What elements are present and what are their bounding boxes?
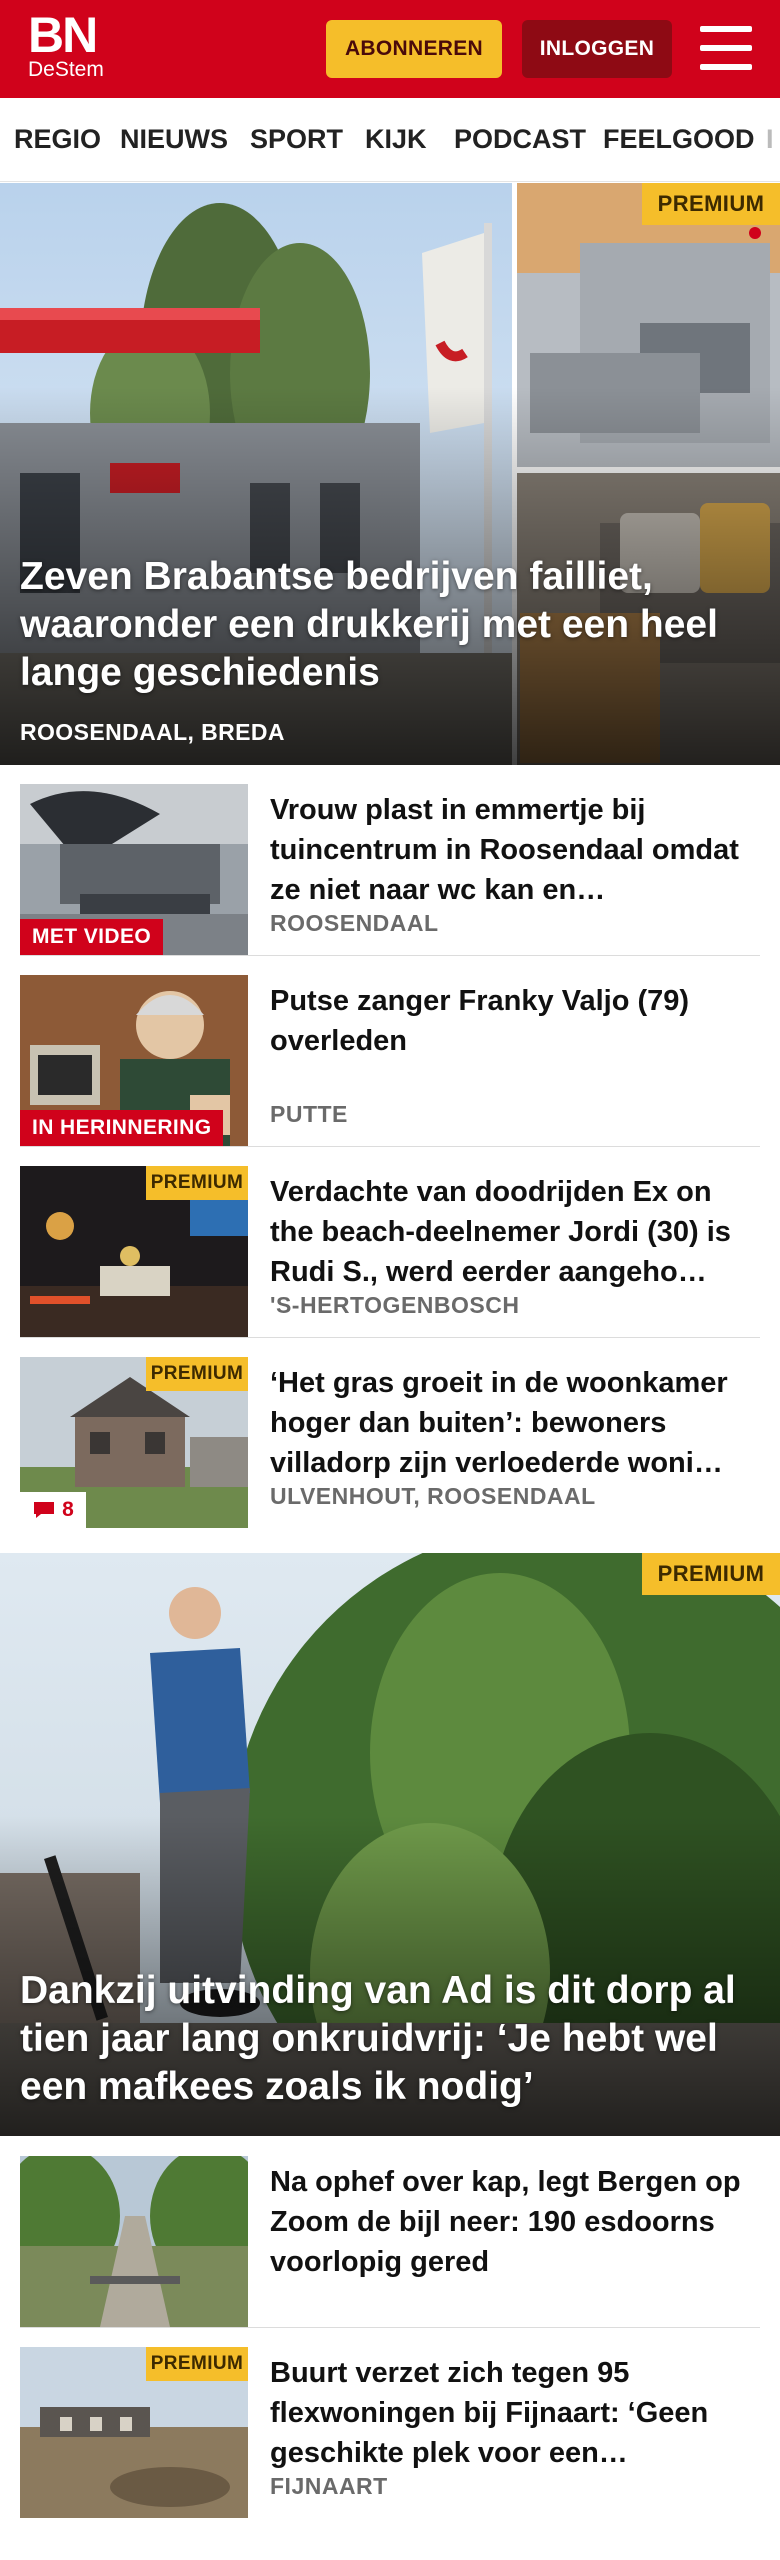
article-thumbnail: PREMIUM 8	[20, 1357, 248, 1528]
article-title: ‘Het gras groeit in de woonkamer hoger d…	[270, 1367, 728, 1479]
nav-item-feelgood[interactable]: FEELGOOD	[603, 124, 755, 155]
nav-item-podcast[interactable]: PODCAST	[454, 124, 586, 155]
hero-article-1[interactable]: PREMIUM Zeven Brabantse bedrijven failli…	[0, 183, 780, 765]
nav-item-sport[interactable]: SPORT	[250, 124, 343, 155]
article-title: Putse zanger Franky Valjo (79) overleden	[270, 985, 690, 1057]
article-location: PUTTE	[270, 1101, 348, 1127]
article-title: Na ophef over kap, legt Bergen op Zoom d…	[270, 2166, 741, 2278]
nav-item-kijk[interactable]: KIJK	[365, 124, 427, 155]
hero-1-title: Zeven Brabantse bedrijven failliet, waar…	[20, 555, 718, 694]
divider	[20, 1337, 760, 1338]
list-item[interactable]: PREMIUM Buurt verzet zich tegen 95 flexw…	[20, 2347, 760, 2522]
article-location: ROOSENDAAL	[270, 910, 439, 936]
divider	[20, 955, 760, 956]
nav-item-overflow[interactable]: I	[766, 124, 774, 155]
nav-item-regio[interactable]: REGIO	[14, 124, 101, 155]
hamburger-menu-icon[interactable]	[700, 26, 752, 70]
video-tag: MET VIDEO	[20, 919, 164, 955]
top-header: BN DeStem ABONNEREN INLOGGEN	[0, 0, 780, 98]
list-item[interactable]: PREMIUM 8 ‘Het gras groeit in de woonkam…	[20, 1357, 760, 1532]
premium-badge: PREMIUM	[146, 2347, 248, 2381]
comment-count: 8	[62, 1498, 74, 1521]
subscribe-button[interactable]: ABONNEREN	[326, 20, 502, 78]
article-thumbnail	[20, 2156, 248, 2327]
section-nav: REGIO NIEUWS SPORT KIJK PODCAST FEELGOOD…	[0, 98, 780, 182]
premium-badge: PREMIUM	[642, 1553, 780, 1595]
comment-icon	[34, 1502, 55, 1518]
logo-main-text: BN	[28, 7, 98, 63]
hero-article-2[interactable]: PREMIUM Dankzij uitvinding van Ad is dit…	[0, 1553, 780, 2136]
memorial-tag: IN HERINNERING	[20, 1110, 224, 1146]
article-title: Verdachte van doodrijden Ex on the beach…	[270, 1176, 731, 1288]
list-item[interactable]: Na ophef over kap, legt Bergen op Zoom d…	[20, 2156, 760, 2331]
article-thumbnail: PREMIUM	[20, 2347, 248, 2518]
premium-badge: PREMIUM	[642, 183, 780, 225]
article-location: ULVENHOUT, ROOSENDAAL	[270, 1483, 596, 1509]
list-item[interactable]: IN HERINNERING Putse zanger Franky Valjo…	[20, 975, 760, 1150]
divider	[20, 1146, 760, 1147]
article-location: 'S-HERTOGENBOSCH	[270, 1292, 520, 1318]
login-button[interactable]: INLOGGEN	[522, 20, 672, 78]
list-item[interactable]: PREMIUM Verdachte van doodrijden Ex on t…	[20, 1166, 760, 1341]
article-title: Buurt verzet zich tegen 95 flexwoningen …	[270, 2357, 709, 2469]
list-item[interactable]: MET VIDEO Vrouw plast in emmertje bij tu…	[20, 784, 760, 959]
comment-count-badge[interactable]: 8	[20, 1492, 86, 1528]
logo-sub-text: DeStem	[28, 58, 104, 81]
article-thumbnail: IN HERINNERING	[20, 975, 248, 1146]
premium-badge: PREMIUM	[146, 1166, 248, 1200]
article-title: Vrouw plast in emmertje bij tuincentrum …	[270, 794, 739, 906]
premium-badge: PREMIUM	[146, 1357, 248, 1391]
article-location: FIJNAART	[270, 2473, 388, 2499]
article-thumbnail: PREMIUM	[20, 1166, 248, 1337]
article-thumbnail: MET VIDEO	[20, 784, 248, 955]
hero-1-location: ROOSENDAAL, BREDA	[20, 719, 285, 745]
nav-item-nieuws[interactable]: NIEUWS	[120, 124, 228, 155]
site-logo[interactable]: BN DeStem	[28, 7, 104, 81]
hero-2-title: Dankzij uitvinding van Ad is dit dorp al…	[20, 1969, 736, 2108]
divider	[20, 2327, 760, 2328]
